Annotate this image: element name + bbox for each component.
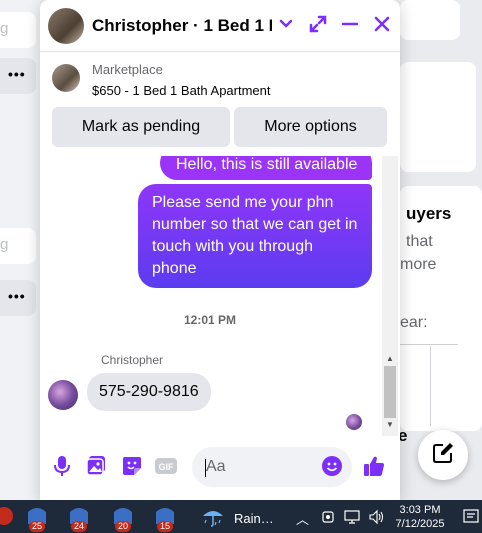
marketplace-banner: Marketplace $650 - 1 Bed 1 Bath Apartmen… <box>40 52 400 156</box>
taskbar-app-icon[interactable]: 20 <box>110 504 136 532</box>
volume-icon[interactable] <box>368 509 384 525</box>
message-list: Hello, this is still available Please se… <box>40 156 400 436</box>
scrollbar[interactable]: ▲ ▼ <box>382 156 398 436</box>
notification-badge: 20 <box>115 521 132 532</box>
taskbar-app-icon[interactable]: 15 <box>152 504 178 532</box>
new-message-button[interactable] <box>418 430 468 480</box>
background-text: that <box>406 233 433 250</box>
emoji-icon[interactable] <box>320 454 344 478</box>
marketplace-label: Marketplace <box>92 62 163 77</box>
gif-icon[interactable]: GIF <box>154 454 178 478</box>
more-options-button[interactable]: More options <box>234 107 387 147</box>
chat-header[interactable]: Christopher · 1 Bed 1 B… <box>40 0 400 52</box>
mark-as-pending-button[interactable]: Mark as pending <box>52 107 230 147</box>
avatar[interactable] <box>48 7 84 44</box>
background-text: more <box>400 256 437 273</box>
network-icon[interactable] <box>344 509 360 525</box>
taskbar-app-icon[interactable]: 25 <box>24 504 50 532</box>
sticker-icon[interactable] <box>120 454 144 478</box>
notification-badge: 25 <box>29 521 46 532</box>
more-icon[interactable]: ••• <box>8 288 26 304</box>
notification-badge: 24 <box>71 521 88 532</box>
background-card <box>400 0 460 40</box>
seen-avatar <box>346 414 362 430</box>
compose-icon <box>432 442 454 469</box>
image-icon[interactable] <box>84 454 108 478</box>
incoming-message[interactable]: 575-290-9816 <box>87 373 211 411</box>
scroll-up-icon[interactable]: ▲ <box>382 352 398 366</box>
clock-date: 7/12/2025 <box>395 518 445 530</box>
divider <box>400 344 458 345</box>
avatar[interactable] <box>48 380 78 410</box>
notifications-icon[interactable] <box>462 508 480 526</box>
clock-time: 3:03 PM <box>399 504 441 516</box>
clock[interactable]: 3:03 PM 7/12/2025 <box>394 503 446 531</box>
expand-icon[interactable] <box>308 14 328 34</box>
chat-title[interactable]: Christopher · 1 Bed 1 B… <box>92 16 272 36</box>
minimize-icon[interactable] <box>340 14 360 34</box>
taskbar-app-icon[interactable]: 24 <box>66 504 92 532</box>
background-text: ear: <box>400 314 428 331</box>
weather-icon[interactable] <box>200 505 226 531</box>
close-icon[interactable] <box>372 14 392 34</box>
outgoing-message[interactable]: Hello, this is still available <box>160 156 372 180</box>
listing-thumbnail[interactable] <box>52 64 80 92</box>
background-heading: uyers <box>406 204 452 223</box>
weather-label[interactable]: Rain… <box>234 511 274 526</box>
svg-text:GIF: GIF <box>159 462 175 472</box>
microphone-icon[interactable] <box>50 454 74 478</box>
background-text-fragment: g <box>0 236 9 253</box>
taskbar-app-icon[interactable] <box>0 504 20 530</box>
sender-name: Christopher <box>101 353 164 367</box>
thumbs-up-icon[interactable] <box>362 454 386 478</box>
device-icon[interactable] <box>320 509 336 525</box>
listing-title[interactable]: $650 - 1 Bed 1 Bath Apartment <box>92 83 271 98</box>
divider <box>430 346 431 426</box>
taskbar: 25 24 20 15 Rain… ︿ 3:03 PM 7/12/2025 <box>0 500 482 533</box>
more-icon[interactable]: ••• <box>8 66 26 82</box>
chat-window: Christopher · 1 Bed 1 B… Marketplace $65… <box>40 0 400 500</box>
scroll-down-icon[interactable]: ▼ <box>382 418 398 432</box>
message-timestamp: 12:01 PM <box>183 313 237 327</box>
outgoing-message[interactable]: Please send me your phn number so that w… <box>138 184 372 288</box>
background-card <box>400 62 476 172</box>
chevron-up-icon[interactable]: ︿ <box>296 509 309 528</box>
background-text-fragment: g <box>0 20 9 37</box>
chevron-down-icon[interactable] <box>276 14 296 34</box>
message-composer: GIF Aa <box>40 440 400 494</box>
notification-badge: 15 <box>157 521 174 532</box>
scroll-thumb[interactable] <box>384 366 396 418</box>
